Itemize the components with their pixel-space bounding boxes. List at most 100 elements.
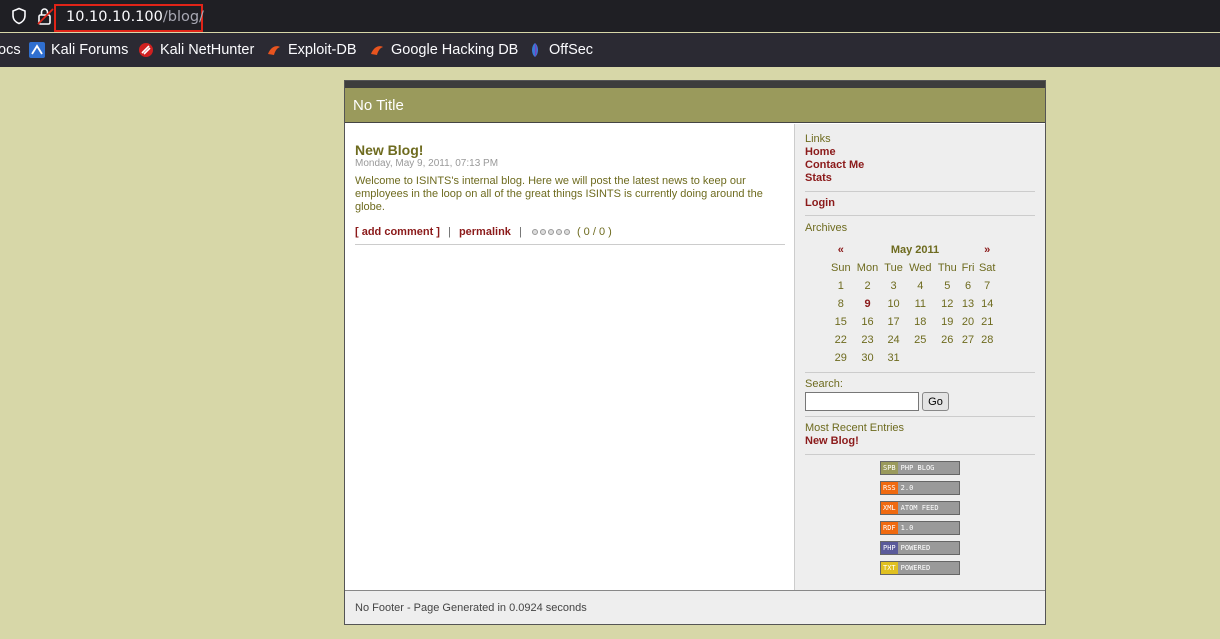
bookmark-google-hacking-db[interactable]: Google Hacking DB [369, 33, 518, 67]
sidebar-link-stats[interactable]: Stats [805, 172, 864, 185]
calendar-weekday: Thu [937, 262, 957, 274]
separator: | [448, 226, 451, 238]
calendar-day: 21 [981, 316, 994, 328]
links-label: Links [805, 133, 831, 145]
shield-icon[interactable] [10, 7, 28, 25]
entry-body: Welcome to ISINTS's internal blog. Here … [355, 175, 763, 213]
badge-left-label: TXT [881, 562, 898, 574]
bookmark-kali-forums[interactable]: Kali Forums [29, 33, 128, 67]
entry-footer: [ add comment ] | permalink | ( 0 / 0 ) [355, 226, 612, 238]
rating-count: ( 0 / 0 ) [576, 226, 612, 238]
search-label: Search: [805, 378, 843, 390]
insecure-lock-icon[interactable] [36, 6, 56, 26]
search-input[interactable] [805, 392, 919, 411]
sidebar-divider [805, 215, 1035, 216]
calendar-day: 30 [861, 352, 874, 364]
login-link[interactable]: Login [805, 197, 835, 210]
search-go-button[interactable]: Go [922, 392, 949, 411]
calendar-day: 20 [961, 316, 975, 328]
calendar-empty-cell [960, 349, 977, 367]
calendar-day: 6 [964, 280, 972, 292]
calendar-day: 29 [834, 352, 847, 364]
calendar-day: 4 [917, 280, 924, 292]
calendar-day: 7 [984, 280, 991, 292]
calendar-day: 27 [961, 334, 975, 346]
calendar-day: 23 [861, 334, 874, 346]
calendar-week-row: 15 16 17 18 19 20 21 [828, 313, 998, 331]
calendar-day: 2 [864, 280, 871, 292]
bookmark-label: Google Hacking DB [391, 42, 519, 58]
calendar-day: 17 [887, 316, 900, 328]
badge-php[interactable]: PHP POWERED [880, 541, 960, 555]
badge-right-label: POWERED [897, 562, 959, 574]
rating-star-icon[interactable] [547, 229, 554, 236]
exploit-db-icon [268, 46, 280, 55]
badge-xml[interactable]: XML ATOM FEED [880, 501, 960, 515]
sidebar: Links Home Contact Me Stats Login Archiv… [794, 124, 1045, 590]
badge-left-label: RSS [881, 482, 898, 494]
calendar-day: 8 [837, 298, 844, 310]
bookmark-label: Kali Forums [51, 42, 129, 58]
calendar-day: 13 [961, 298, 975, 310]
calendar-next-month[interactable]: » [976, 241, 998, 259]
calendar-day: 3 [890, 280, 897, 292]
calendar-day: 15 [834, 316, 847, 328]
archives-label: Archives [805, 222, 848, 234]
bookmarks-toolbar: ocs Kali Forums Kali NetHunter Exploit-D… [0, 33, 1220, 67]
calendar-day: 18 [914, 316, 927, 328]
blog-footer: No Footer - Page Generated in 0.0924 sec… [345, 590, 1045, 624]
bookmark-label: Exploit-DB [288, 42, 357, 58]
bookmark-offsec[interactable]: OffSec [527, 33, 593, 67]
bookmark-docs[interactable]: ocs [0, 33, 21, 67]
calendar-prev-month[interactable]: « [828, 241, 854, 259]
add-comment-link[interactable]: [ add comment ] [355, 226, 440, 238]
badge-txt[interactable]: TXT POWERED [880, 561, 960, 575]
calendar-day: 10 [887, 298, 900, 310]
rating-star-icon[interactable] [555, 229, 562, 236]
main-column: New Blog! Monday, May 9, 2011, 07:13 PM … [345, 124, 795, 590]
calendar-day: 19 [941, 316, 954, 328]
recent-entries-section: Most Recent Entries New Blog! [805, 422, 904, 448]
url-highlight-box[interactable]: 10.10.10.100/blog/ [54, 4, 204, 32]
badge-right-label: POWERED [897, 542, 959, 554]
kali-nethunter-icon [139, 43, 153, 57]
rating-stars[interactable] [531, 229, 570, 236]
calendar-empty-cell [935, 349, 960, 367]
badge-left-label: XML [881, 502, 898, 514]
badge-left-label: PHP [881, 542, 898, 554]
rating-star-icon[interactable] [531, 229, 538, 236]
sidebar-link-contact-me[interactable]: Contact Me [805, 159, 864, 172]
recent-entry-link[interactable]: New Blog! [805, 435, 904, 448]
kali-forums-icon [29, 42, 45, 58]
browser-url-bar: 10.10.10.100/blog/ [0, 0, 1220, 32]
calendar-day[interactable]: 9 [854, 295, 882, 313]
sidebar-divider [805, 372, 1035, 373]
calendar-week-row: 1 2 3 4 5 67 [828, 277, 998, 295]
badge-rss[interactable]: RSS 2.0 [880, 481, 960, 495]
calendar-weekday: Wed [909, 262, 932, 274]
calendar-weekday: Fri [961, 262, 975, 274]
badge-right-label: 1.0 [897, 522, 959, 534]
badge-spb[interactable]: SPB PHP BLOG [880, 461, 960, 475]
rating-star-icon[interactable] [539, 229, 546, 236]
bookmark-exploit-db[interactable]: Exploit-DB [266, 33, 357, 67]
bookmark-kali-nethunter[interactable]: Kali NetHunter [138, 33, 254, 67]
rating-star-icon[interactable] [563, 229, 570, 236]
calendar-day: 24 [887, 334, 900, 346]
badge-left-label: RDF [881, 522, 898, 534]
calendar-empty-cell [976, 349, 998, 367]
sidebar-link-home[interactable]: Home [805, 146, 864, 159]
calendar-weekday: Tue [884, 262, 903, 274]
bookmark-label: Kali NetHunter [160, 42, 255, 58]
bookmark-label: OffSec [549, 42, 594, 58]
badge-rdf[interactable]: RDF 1.0 [880, 521, 960, 535]
footer-text: No Footer - Page Generated in 0.0924 sec… [355, 602, 587, 614]
blog-header: No Title [345, 88, 1045, 123]
badge-right-label: PHP BLOG [897, 462, 959, 474]
permalink-link[interactable]: permalink [459, 226, 511, 238]
url-text[interactable]: 10.10.10.100/blog/ [66, 9, 204, 25]
badge-right-label: ATOM FEED [897, 502, 959, 514]
links-section: Links Home Contact Me Stats [805, 133, 864, 185]
calendar-weekday-row: Sun Mon Tue Wed Thu Fri Sat [828, 259, 998, 277]
entry-title[interactable]: New Blog! [355, 142, 423, 158]
